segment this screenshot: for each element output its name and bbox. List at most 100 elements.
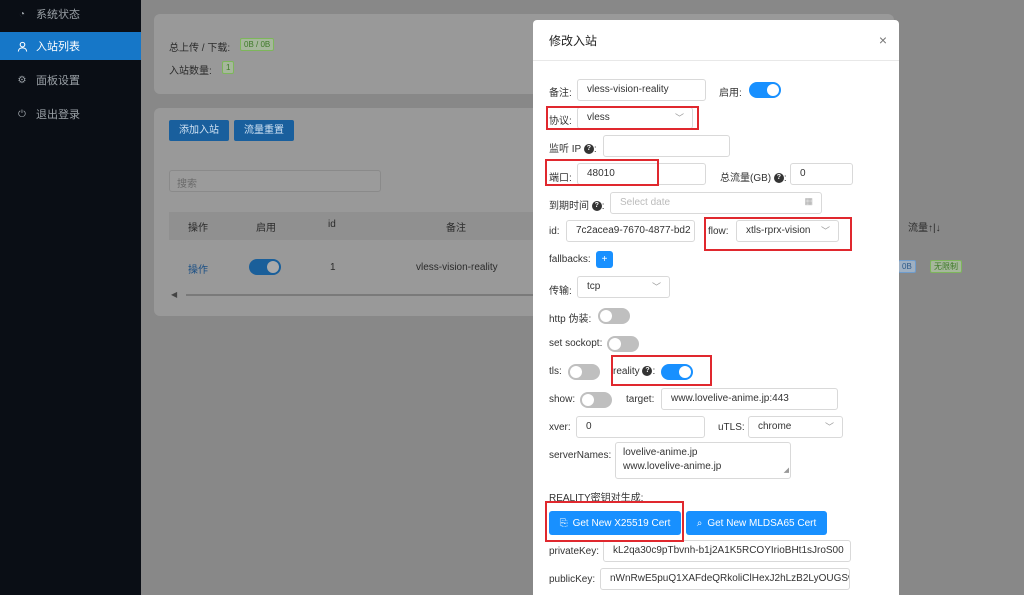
chevron-down-icon: ﹀ — [651, 282, 661, 292]
reality-keygen-label: REALITY密钥对生成: — [549, 493, 644, 504]
listen-ip-input[interactable] — [603, 135, 730, 157]
add-fallback-button[interactable]: + — [596, 251, 613, 268]
xver-input[interactable]: 0 — [576, 416, 705, 438]
gear-icon: ⚙ — [17, 74, 27, 86]
utls-select-value: chrome — [758, 421, 792, 432]
transport-label: 传输: — [549, 286, 572, 297]
enable-switch[interactable] — [749, 82, 781, 98]
sidebar-item-label: 入站列表 — [36, 41, 80, 53]
table-header-id: id — [328, 219, 336, 230]
help-icon: ? — [642, 366, 653, 377]
row-action-link[interactable]: 操作 — [188, 261, 208, 276]
calendar-icon: ▦ — [804, 196, 813, 206]
sidebar-item-system-status[interactable]: ◔ 系统状态 — [0, 0, 141, 28]
reset-traffic-button[interactable]: 流量重置 — [234, 120, 294, 141]
sidebar-item-label: 面板设置 — [36, 75, 80, 87]
search-input[interactable]: 搜索 — [169, 170, 381, 192]
sidebar-item-logout[interactable]: ⏻ 退出登录 — [0, 100, 141, 128]
close-icon[interactable]: × — [879, 32, 887, 48]
servernames-line: www.lovelive-anime.jp — [623, 461, 722, 472]
get-mldsa65-cert-button[interactable]: ⌕ Get New MLDSA65 Cert — [686, 511, 827, 535]
expiry-placeholder: Select date — [620, 197, 671, 208]
flow-select[interactable]: xtls-rprx-vision ﹀ — [736, 220, 839, 242]
sidebar-item-panel-settings[interactable]: ⚙ 面板设置 — [0, 66, 141, 94]
traffic-limit-label: 总流量(GB) ?: — [720, 173, 787, 184]
resize-handle-icon[interactable]: ◢ — [784, 464, 789, 478]
updown-tag: 0B / 0B — [240, 38, 275, 51]
get-x25519-cert-button[interactable]: ⎘ Get New X25519 Cert — [549, 511, 681, 535]
logout-icon: ⏻ — [18, 108, 26, 120]
chevron-down-icon: ﹀ — [674, 113, 684, 123]
id-input[interactable]: 7c2acea9-7670-4877-bd2 — [566, 220, 695, 242]
traffic-limit-input[interactable]: 0 — [790, 163, 853, 185]
remark-label: 备注: — [549, 88, 572, 99]
transport-select[interactable]: tcp ﹀ — [577, 276, 670, 298]
button-label: Get New MLDSA65 Cert — [707, 517, 817, 529]
scroll-left-icon[interactable]: ◀ — [171, 290, 177, 299]
user-icon — [16, 40, 28, 52]
http-camouflage-switch[interactable] — [598, 308, 630, 324]
count-label: 入站数量: — [169, 66, 212, 77]
count-tag: 1 — [222, 61, 235, 74]
protocol-select-value: vless — [587, 112, 610, 123]
sidebar: ◔ 系统状态 入站列表 ⚙ 面板设置 ⏻ 退出登录 — [0, 0, 141, 595]
listen-ip-label: 监听 IP ?: — [549, 144, 597, 155]
flow-label: flow: — [708, 226, 729, 237]
modal-divider — [533, 60, 899, 61]
tls-label: tls: — [549, 366, 562, 377]
chevron-down-icon: ﹀ — [824, 422, 834, 432]
privatekey-label: privateKey: — [549, 546, 600, 557]
help-icon: ? — [773, 173, 784, 184]
table-header-enable: 启用 — [256, 223, 276, 234]
add-inbound-button[interactable]: 添加入站 — [169, 120, 229, 141]
expiry-label: 到期时间 ?: — [549, 201, 605, 212]
servernames-label: serverNames: — [549, 450, 612, 461]
help-icon: ? — [591, 201, 602, 212]
table-header-traffic[interactable]: 流量↑|↓ — [908, 219, 941, 234]
enable-label: 启用: — [719, 88, 742, 99]
row-enable-switch[interactable] — [249, 259, 281, 275]
id-label: id: — [549, 226, 560, 237]
fallbacks-label: fallbacks: — [549, 254, 591, 265]
row-id: 1 — [330, 262, 336, 273]
reality-label: reality ?: — [613, 366, 656, 377]
port-input[interactable]: 48010 — [577, 163, 706, 185]
utls-label: uTLS: — [718, 422, 745, 433]
servernames-line: lovelive-anime.jp — [623, 447, 698, 458]
publickey-label: publicKey: — [549, 574, 596, 585]
publickey-input[interactable]: nWnRwE5puQ1XAFdeQRkoliClHexJ2hLzB2LyOUGS… — [600, 568, 850, 590]
port-label: 端口: — [549, 173, 572, 184]
row-remark: vless-vision-reality — [416, 262, 498, 273]
chevron-down-icon: ﹀ — [820, 226, 830, 236]
cert-icon: ⎘ — [559, 517, 568, 529]
tls-switch[interactable] — [568, 364, 600, 380]
modal-title: 修改入站 — [549, 34, 598, 48]
flow-select-value: xtls-rprx-vision — [746, 225, 811, 236]
sockopt-switch[interactable] — [607, 336, 639, 352]
sockopt-label: set sockopt: — [549, 338, 603, 349]
target-input[interactable]: www.lovelive-anime.jp:443 — [661, 388, 838, 410]
table-header-remark: 备注 — [446, 223, 466, 234]
sidebar-item-inbounds[interactable]: 入站列表 — [0, 32, 141, 60]
transport-select-value: tcp — [587, 281, 601, 292]
http-camouflage-label: http 伪装: — [549, 314, 592, 325]
sidebar-item-label: 系统状态 — [36, 9, 80, 21]
remark-input[interactable]: vless-vision-reality — [577, 79, 706, 101]
utls-select[interactable]: chrome ﹀ — [748, 416, 843, 438]
row-traffic-tag: 0B — [898, 260, 916, 273]
sidebar-item-label: 退出登录 — [36, 109, 80, 121]
show-label: show: — [549, 394, 576, 405]
edit-inbound-modal: 修改入站 × 备注: vless-vision-reality 启用: 协议: … — [533, 20, 899, 595]
row-limit-tag: 无限制 — [930, 260, 962, 273]
servernames-textarea[interactable]: lovelive-anime.jp www.lovelive-anime.jp … — [615, 442, 791, 479]
search-icon: ⌕ — [696, 517, 703, 529]
button-label: Get New X25519 Cert — [572, 517, 671, 529]
xver-label: xver: — [549, 422, 571, 433]
target-label: target: — [626, 394, 655, 405]
protocol-label: 协议: — [549, 116, 572, 127]
protocol-select[interactable]: vless ﹀ — [577, 107, 693, 129]
show-switch[interactable] — [580, 392, 612, 408]
privatekey-input[interactable]: kL2qa30c9pTbvnh-b1j2A1K5RCOYIrioBHt1sJro… — [603, 540, 851, 562]
expiry-date-picker[interactable]: Select date ▦ — [610, 192, 822, 214]
reality-switch[interactable] — [661, 364, 693, 380]
